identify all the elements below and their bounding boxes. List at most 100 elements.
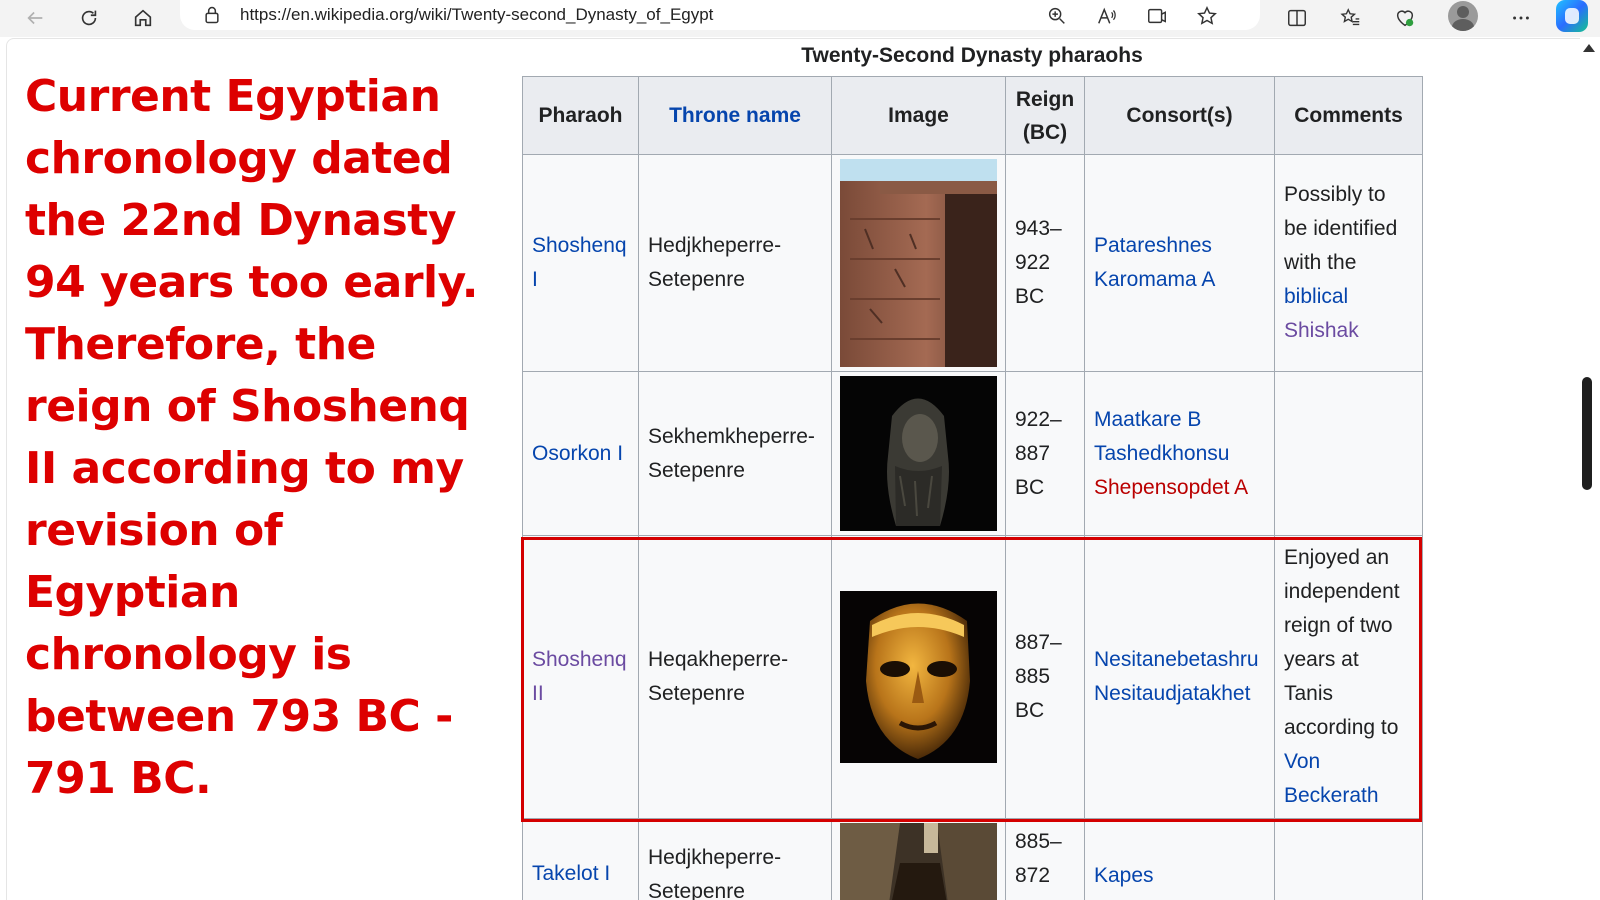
zoom-in-icon [1048, 7, 1065, 24]
pharaoh-link[interactable]: Takelot I [532, 862, 610, 885]
pharaoh-link[interactable]: Osorkon I [532, 442, 623, 465]
header-consorts[interactable]: Consort(s) [1084, 76, 1275, 155]
consorts-cell: Maatkare B Tashedkhonsu Shepensopdet A [1084, 371, 1275, 536]
throne-name-cell: Sekhemkheperre- Setepenre [638, 371, 832, 536]
throne-name-line: Hedjkheperre- [648, 846, 782, 869]
copilot-icon[interactable] [1556, 0, 1588, 32]
von-beckerath-link[interactable]: Von Beckerath [1284, 750, 1379, 807]
comments-cell [1274, 371, 1423, 536]
header-pharaoh[interactable]: Pharaoh [522, 76, 639, 155]
reign-line: 887– [1015, 631, 1062, 654]
throne-name-cell: Hedjkheperre- Setepenre [638, 818, 832, 900]
consort-link[interactable]: Nesitaudjatakhet [1094, 682, 1250, 705]
favorites-button[interactable] [1336, 3, 1366, 33]
scroll-up-arrow-icon[interactable] [1583, 44, 1595, 52]
consort-link[interactable]: Nesitanebetashru [1094, 648, 1259, 671]
throne-name-line: Setepenre [648, 458, 745, 482]
shishak-link[interactable]: Shishak [1284, 319, 1359, 342]
throne-name-line: Setepenre [648, 682, 745, 705]
scrollbar-thumb[interactable] [1582, 377, 1592, 490]
comment-line: years at [1284, 648, 1359, 671]
throne-name-line: Hedjkheperre- [648, 234, 782, 257]
consort-link[interactable]: Patareshnes [1094, 234, 1212, 257]
refresh-button[interactable] [74, 3, 104, 33]
consorts-cell: Patareshnes Karomama A [1084, 154, 1275, 372]
split-screen-button[interactable] [1282, 3, 1312, 33]
back-button[interactable] [20, 3, 50, 33]
image-cell [831, 535, 1006, 819]
header-image[interactable]: Image [831, 76, 1006, 155]
temple-relief-wall-photo[interactable] [840, 159, 997, 367]
reign-cell: 885– 872 [1005, 818, 1085, 900]
header-reign-top: Reign [1015, 87, 1075, 111]
lock-icon[interactable] [202, 4, 222, 26]
zoom-button[interactable] [1044, 3, 1070, 29]
reign-line: 887 [1015, 441, 1051, 465]
pharaoh-name-line: Shoshenq [532, 648, 627, 671]
header-reign[interactable]: Reign (BC) [1005, 76, 1085, 155]
table-row: Shoshenq I Hedjkheperre- Setepenre 943– 922… [522, 154, 1423, 372]
more-dots-icon [1513, 16, 1529, 20]
gold-funerary-mask-photo[interactable] [840, 591, 997, 763]
consort-link[interactable]: Maatkare B [1094, 408, 1201, 431]
table-row: Osorkon I Sekhemkheperre- Setepenre 922– 8… [522, 371, 1423, 536]
throne-name-line: Setepenre [648, 268, 745, 291]
reign-line: BC [1015, 699, 1045, 722]
pharaoh-cell: Shoshenq II [522, 535, 639, 819]
heart-pulse-icon [1396, 10, 1414, 27]
comments-cell: Possibly to be identified with the biblical… [1274, 154, 1423, 372]
consort-red-link[interactable]: Shepensopdet A [1094, 476, 1248, 499]
reign-cell: 922– 887 BC [1005, 371, 1085, 536]
browser-toolbar: https://en.wikipedia.org/wiki/Twenty-sec… [0, 0, 1600, 37]
pharaoh-cell: Takelot I [522, 818, 639, 900]
comment-line: according to [1284, 716, 1399, 739]
profile-avatar[interactable] [1448, 1, 1478, 31]
immersive-reader-button[interactable] [1144, 3, 1170, 29]
url-text[interactable]: https://en.wikipedia.org/wiki/Twenty-sec… [240, 5, 713, 25]
consorts-cell: Kapes [1084, 818, 1275, 900]
pharaoh-cell: Osorkon I [522, 371, 639, 536]
throne-name-line: Setepenre [648, 880, 745, 900]
throne-name-cell: Heqakheperre- Setepenre [638, 535, 832, 819]
home-button[interactable] [128, 3, 158, 33]
comment-line: reign of two [1284, 614, 1393, 637]
table-row: Takelot I Hedjkheperre- Setepenre 885– 872… [522, 818, 1423, 900]
annotation-text: Current Egyptian chronology dated the 22… [25, 71, 478, 804]
reign-line: 885 [1015, 665, 1051, 688]
read-aloud-icon [1098, 7, 1116, 24]
header-comments[interactable]: Comments [1274, 76, 1423, 155]
browser-essentials-button[interactable] [1390, 3, 1420, 33]
read-aloud-button[interactable] [1094, 3, 1120, 29]
consort-link[interactable]: Tashedkhonsu [1094, 442, 1229, 465]
image-cell [831, 154, 1006, 372]
consort-link[interactable]: Karomama A [1094, 268, 1215, 291]
throne-name-cell: Hedjkheperre- Setepenre [638, 154, 832, 372]
header-throne-name[interactable]: Throne name [638, 76, 832, 155]
image-cell [831, 371, 1006, 536]
throne-name-line: Sekhemkheperre- [648, 424, 815, 448]
pharaoh-link[interactable]: Shoshenq II [532, 648, 627, 705]
throne-name-line: Heqakheperre- [648, 648, 789, 671]
comments-cell [1274, 818, 1423, 900]
biblical-link[interactable]: biblical [1284, 285, 1348, 308]
comment-line: Enjoyed an [1284, 546, 1390, 569]
pharaoh-link[interactable]: Shoshenq I [532, 234, 627, 291]
statue-bust-photo[interactable] [840, 376, 997, 531]
consort-link[interactable]: Kapes [1094, 864, 1154, 887]
refresh-icon [81, 10, 97, 26]
pharaoh-name-line: Shoshenq [532, 234, 627, 257]
more-menu-button[interactable] [1506, 3, 1536, 33]
reign-cell: 943– 922 BC [1005, 154, 1085, 372]
favorite-button[interactable] [1194, 3, 1220, 29]
tomb-interior-photo[interactable] [840, 823, 997, 900]
address-bar[interactable]: https://en.wikipedia.org/wiki/Twenty-sec… [180, 0, 1260, 30]
split-screen-icon [1288, 9, 1306, 27]
reign-cell: 887– 885 BC [1005, 535, 1085, 819]
pharaohs-table: Pharaoh Throne name Image Reign (BC) Cons… [522, 76, 1423, 900]
reign-line: BC [1015, 285, 1045, 308]
table-caption: Twenty-Second Dynasty pharaohs [801, 44, 1143, 67]
comment-line: be identified [1284, 217, 1398, 240]
comment-line: Possibly to [1284, 183, 1386, 206]
reign-line: 885– [1015, 830, 1062, 853]
star-icon [1197, 6, 1217, 25]
